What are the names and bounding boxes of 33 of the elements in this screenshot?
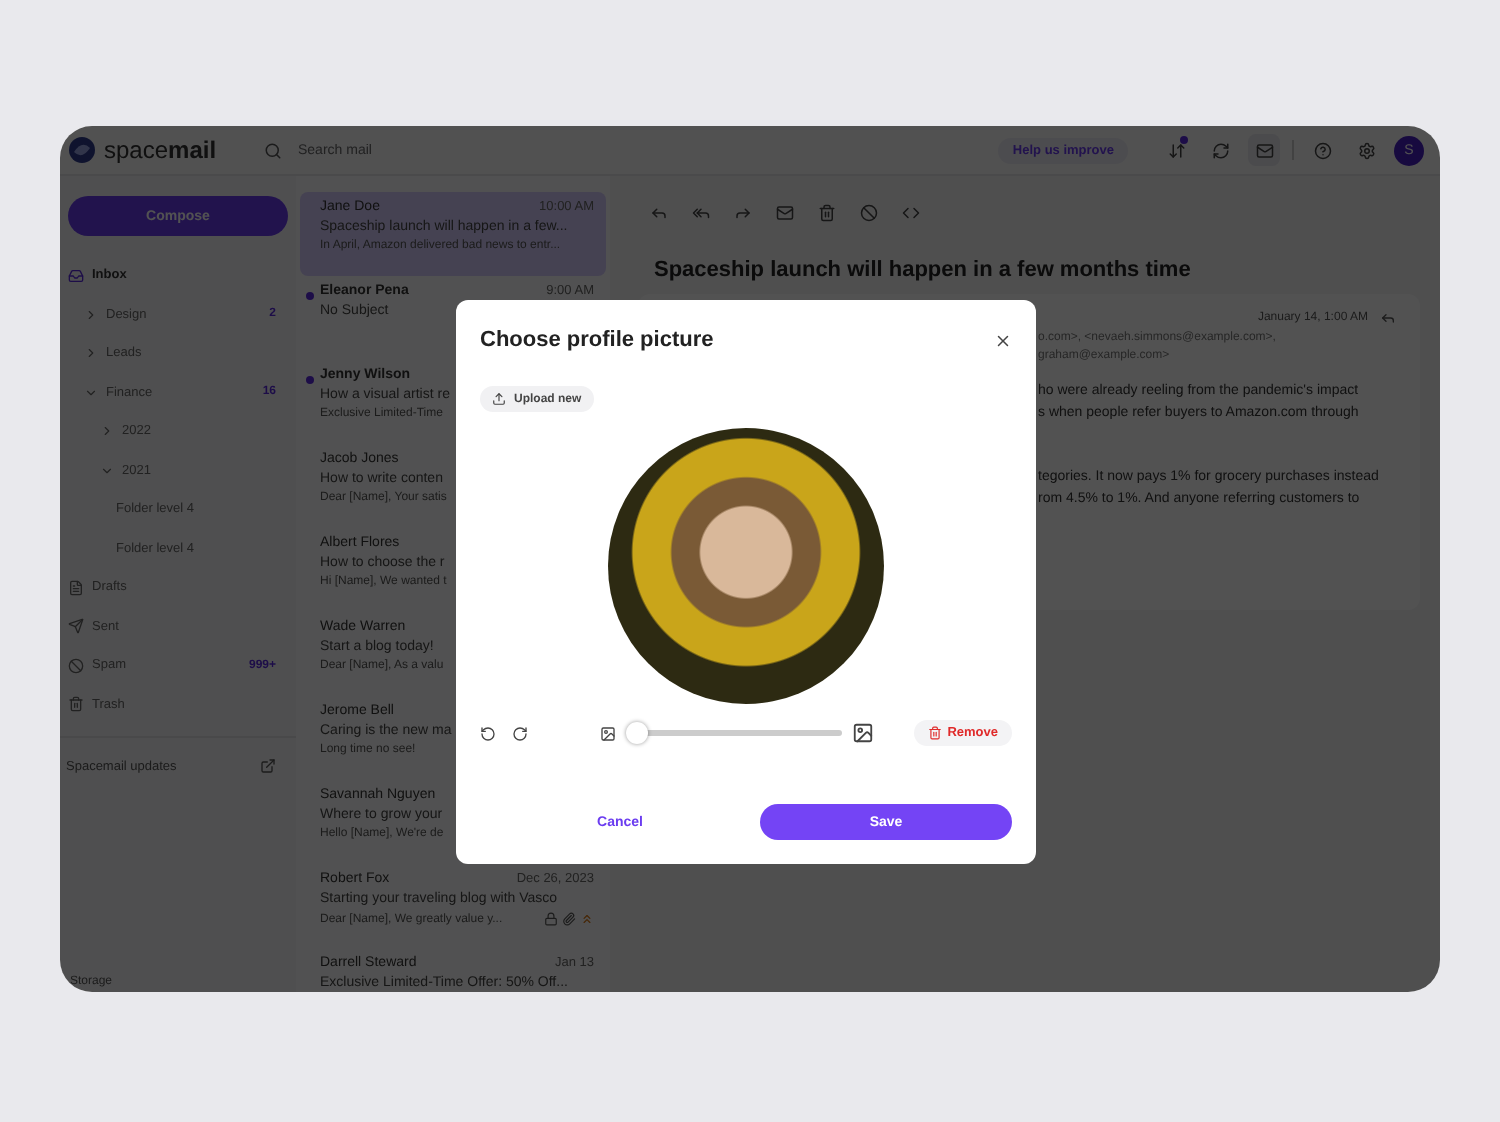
block-icon [860,204,878,222]
chevron-right-icon [84,346,98,361]
upload-icon [492,392,506,406]
trash-icon [927,726,942,740]
code-icon [902,204,920,222]
mail-icon [776,204,794,222]
logo-text: spacemail [104,136,217,164]
inbox-icon [68,267,84,284]
slider-thumb[interactable] [626,722,648,744]
image-large-icon [852,722,874,744]
trash-icon [68,696,84,713]
mail-icon[interactable] [1248,134,1280,166]
document-icon [68,579,84,596]
chevron-down-icon [100,463,114,478]
logo-icon [68,136,96,164]
external-link-icon [260,758,276,774]
forward-icon [734,204,752,222]
chevron-down-icon [84,385,98,400]
reply-icon [650,204,668,222]
rotate-left-icon [480,725,496,741]
search-icon [264,141,282,159]
rotate-right-icon [512,725,528,741]
chevron-right-icon [100,424,114,439]
spam-icon [68,657,84,674]
chevron-right-icon [84,307,98,322]
reply-icon [1380,310,1396,326]
image-small-icon [600,725,616,741]
send-icon [68,618,84,635]
message-title: Spaceship launch will happen in a few months time [654,258,1193,282]
zoom-slider[interactable] [626,722,842,744]
close-icon[interactable] [994,331,1012,349]
trash-icon [818,204,836,222]
reply-all-icon [692,204,710,222]
